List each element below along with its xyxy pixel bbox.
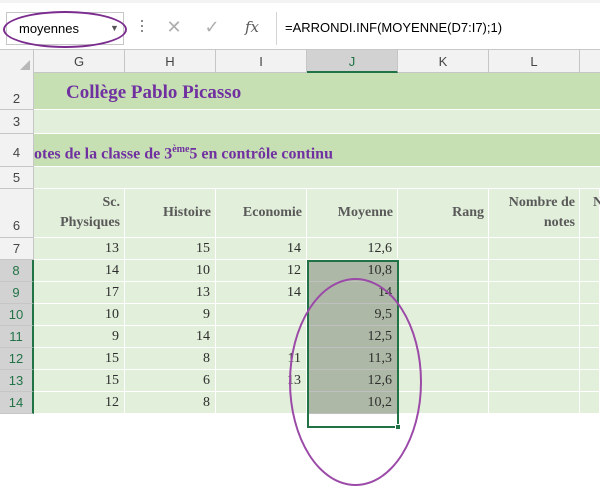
cell-h13[interactable]: 6 <box>125 370 216 392</box>
cell-g12[interactable]: 15 <box>34 348 125 370</box>
header-cell-g[interactable]: Sc. Physiques <box>34 189 125 238</box>
header-cell-i[interactable]: Economie <box>216 189 307 238</box>
cell-h11[interactable]: 14 <box>125 326 216 348</box>
column-header-i[interactable]: I <box>216 50 307 73</box>
cell-g10[interactable]: 10 <box>34 304 125 326</box>
cancel-icon[interactable]: ✕ <box>158 12 190 45</box>
formula-input[interactable]: =ARRONDI.INF(MOYENNE(D7:I7);1) <box>276 12 600 45</box>
cell-m12[interactable] <box>580 348 600 370</box>
cell-m13[interactable] <box>580 370 600 392</box>
blank-band-3 <box>34 110 600 134</box>
formula-text[interactable]: =ARRONDI.INF(MOYENNE(D7:I7);1) <box>285 20 502 35</box>
cell-l7[interactable] <box>489 238 580 260</box>
header-cell-l[interactable]: Nombre de notes <box>489 189 580 238</box>
row-header-9[interactable]: 9 <box>0 282 34 304</box>
title-band: Collège Pablo Picasso <box>34 73 600 110</box>
cell-m14[interactable] <box>580 392 600 414</box>
row-header-6[interactable]: 6 <box>0 189 34 238</box>
cell-l9[interactable] <box>489 282 580 304</box>
annotation-ellipse-range <box>289 278 422 486</box>
class-subtitle: otes de la classe de 3ème5 en contrôle c… <box>34 144 333 163</box>
cell-h10[interactable]: 9 <box>125 304 216 326</box>
cell-g11[interactable]: 9 <box>34 326 125 348</box>
header-cell-j[interactable]: Moyenne <box>307 189 398 238</box>
blank-band-5 <box>34 167 600 189</box>
cell-i9[interactable]: 14 <box>216 282 307 304</box>
row-header-4[interactable]: 4 <box>0 134 34 167</box>
column-header-h[interactable]: H <box>125 50 216 73</box>
cell-i10[interactable] <box>216 304 307 326</box>
cell-l10[interactable] <box>489 304 580 326</box>
cell-l14[interactable] <box>489 392 580 414</box>
cell-l12[interactable] <box>489 348 580 370</box>
row-header-12[interactable]: 12 <box>0 348 34 370</box>
cell-h7[interactable]: 15 <box>125 238 216 260</box>
subtitle-band: otes de la classe de 3ème5 en contrôle c… <box>34 134 600 167</box>
cell-j7[interactable]: 12,6 <box>307 238 398 260</box>
formula-bar: moyennes ▼ ✕ ✓ fx =ARRONDI.INF(MOYENNE(D… <box>0 0 600 50</box>
annotation-ellipse-namebox <box>3 11 127 48</box>
cell-k10[interactable] <box>398 304 489 326</box>
column-header-m[interactable] <box>580 50 600 73</box>
cell-h8[interactable]: 10 <box>125 260 216 282</box>
column-header-l[interactable]: L <box>489 50 580 73</box>
row-header-3[interactable]: 3 <box>0 110 34 134</box>
cell-h12[interactable]: 8 <box>125 348 216 370</box>
cell-m7[interactable] <box>580 238 600 260</box>
cell-m11[interactable] <box>580 326 600 348</box>
ribbon-edge <box>0 0 600 3</box>
row-header-7[interactable]: 7 <box>0 238 34 260</box>
column-header-k[interactable]: K <box>398 50 489 73</box>
enter-icon[interactable]: ✓ <box>196 12 228 45</box>
cell-i8[interactable]: 12 <box>216 260 307 282</box>
row-header-14[interactable]: 14 <box>0 392 34 414</box>
header-cell-k[interactable]: Rang <box>398 189 489 238</box>
cell-g7[interactable]: 13 <box>34 238 125 260</box>
insert-function-icon[interactable]: fx <box>236 12 268 45</box>
row-header-5[interactable]: 5 <box>0 167 34 189</box>
cell-i7[interactable]: 14 <box>216 238 307 260</box>
cell-k7[interactable] <box>398 238 489 260</box>
select-all-corner[interactable] <box>0 50 34 73</box>
spreadsheet-grid[interactable]: G H I J K L 2 Collège Pablo Picasso 3 4 … <box>0 50 600 486</box>
formula-bar-grip[interactable] <box>140 18 144 36</box>
cell-m8[interactable] <box>580 260 600 282</box>
row-header-11[interactable]: 11 <box>0 326 34 348</box>
row-header-2[interactable]: 2 <box>0 73 34 110</box>
cell-g13[interactable]: 15 <box>34 370 125 392</box>
cell-l8[interactable] <box>489 260 580 282</box>
cell-g9[interactable]: 17 <box>34 282 125 304</box>
header-cell-m[interactable]: N <box>580 189 600 238</box>
cell-h14[interactable]: 8 <box>125 392 216 414</box>
cell-l13[interactable] <box>489 370 580 392</box>
school-title: Collège Pablo Picasso <box>66 82 242 103</box>
column-header-g[interactable]: G <box>34 50 125 73</box>
cell-l11[interactable] <box>489 326 580 348</box>
row-header-13[interactable]: 13 <box>0 370 34 392</box>
cell-k9[interactable] <box>398 282 489 304</box>
cell-m10[interactable] <box>580 304 600 326</box>
cell-k8[interactable] <box>398 260 489 282</box>
cell-g8[interactable]: 14 <box>34 260 125 282</box>
cell-m9[interactable] <box>580 282 600 304</box>
row-header-10[interactable]: 10 <box>0 304 34 326</box>
column-header-j[interactable]: J <box>307 50 398 73</box>
header-cell-h[interactable]: Histoire <box>125 189 216 238</box>
cell-h9[interactable]: 13 <box>125 282 216 304</box>
row-header-8[interactable]: 8 <box>0 260 34 282</box>
cell-g14[interactable]: 12 <box>34 392 125 414</box>
